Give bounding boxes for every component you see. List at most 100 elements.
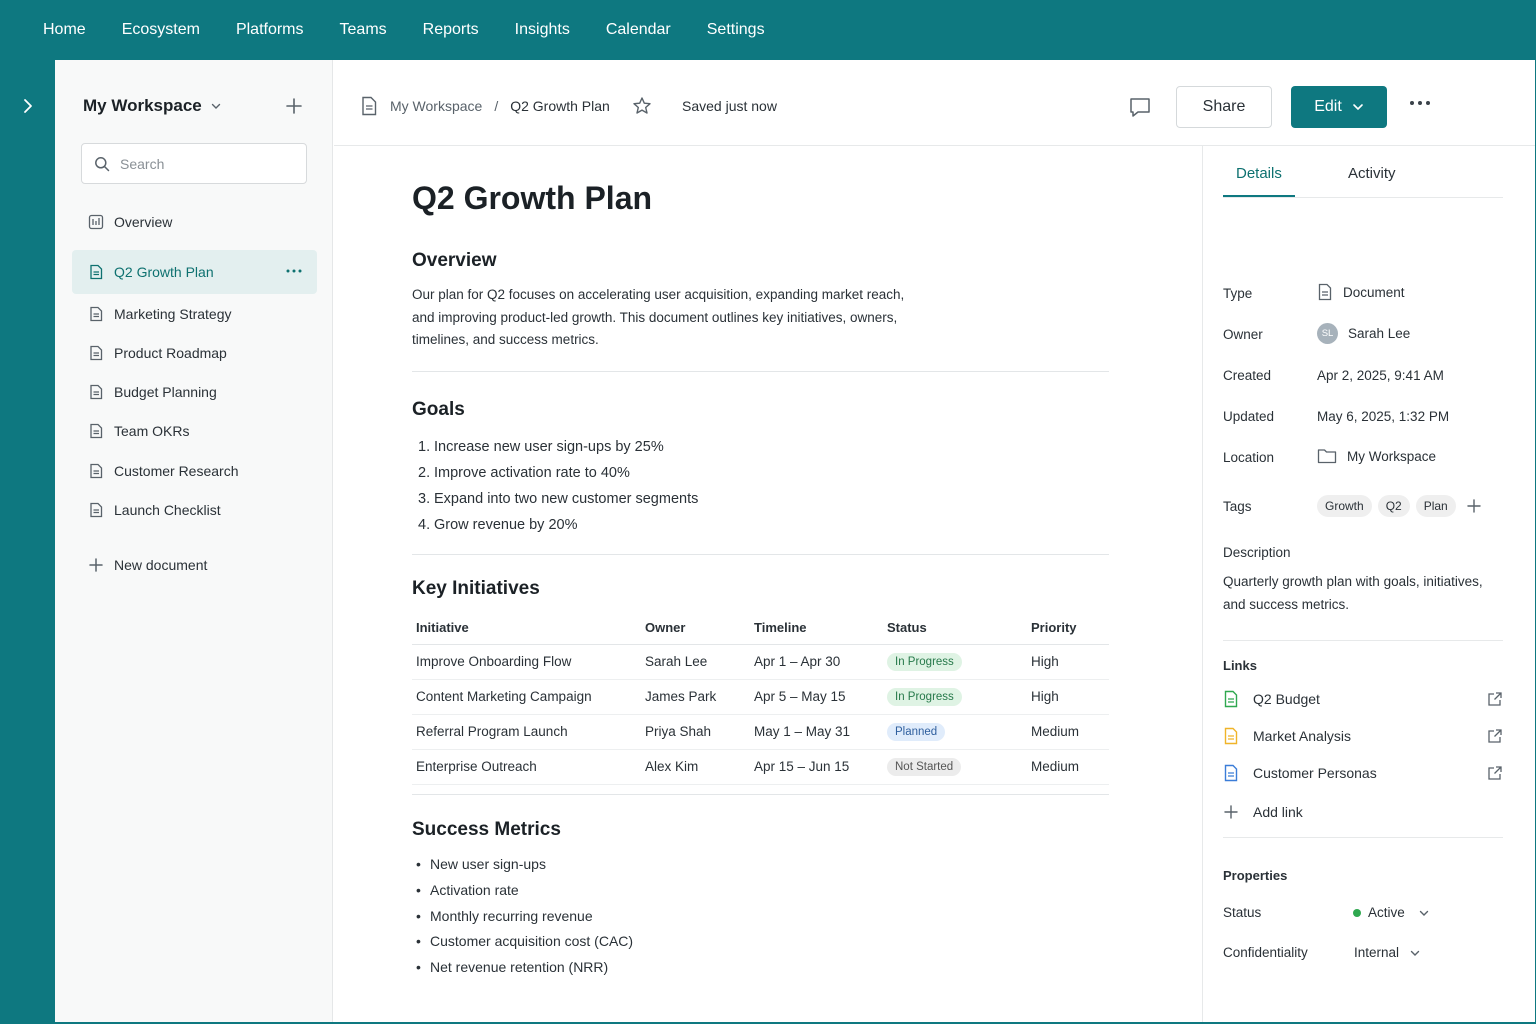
created-value: Apr 2, 2025, 9:41 AM <box>1317 368 1444 383</box>
sidebar: My Workspace Overview Q2 Growth Plan <box>55 60 333 1022</box>
sidebar-item-marketing-strategy[interactable]: Marketing Strategy <box>72 294 317 334</box>
add-icon[interactable] <box>284 96 304 116</box>
sidebar-item-overview[interactable]: Overview <box>72 202 317 242</box>
document-icon <box>88 502 104 518</box>
cell-timeline: Apr 15 – Jun 15 <box>750 749 883 785</box>
document-icon <box>88 306 104 322</box>
list-item: • Monthly recurring revenue <box>416 907 593 924</box>
folder-icon <box>1317 447 1337 465</box>
link-name: Customer Personas <box>1253 765 1377 781</box>
metric-text: Net revenue retention (NRR) <box>430 959 609 976</box>
updated-value: May 6, 2025, 1:32 PM <box>1317 409 1450 424</box>
status-badge: In Progress <box>887 652 962 671</box>
link-name: Q2 Budget <box>1253 691 1320 707</box>
overview-heading: Overview <box>412 250 497 271</box>
link-q2-budget[interactable]: Q2 Budget <box>1223 687 1503 711</box>
created-label: Created <box>1223 368 1272 383</box>
location-value-row[interactable]: My Workspace <box>1317 447 1436 465</box>
add-link-button[interactable]: Add link <box>1223 800 1503 824</box>
cell-owner: Priya Shah <box>641 714 750 750</box>
workspace-title: My Workspace <box>83 96 202 115</box>
metrics-list: • New user sign-ups • Activation rate • Mon… <box>416 852 633 981</box>
cell-timeline: Apr 5 – May 15 <box>750 679 883 715</box>
sidebar-item-launch-checklist[interactable]: Launch Checklist <box>72 490 317 530</box>
list-item: • New user sign-ups <box>416 856 546 872</box>
nav-teams[interactable]: Teams <box>340 21 387 39</box>
column-header[interactable]: Priority <box>1027 612 1109 645</box>
table-row[interactable]: Content Marketing Campaign James Park Ap… <box>412 679 1109 715</box>
chevron-right-icon[interactable] <box>18 96 38 116</box>
sidebar-item-q2-growth-plan[interactable]: Q2 Growth Plan <box>72 250 317 294</box>
document-title: Q2 Growth Plan <box>412 180 653 216</box>
goal-text: Expand into two new customer segments <box>434 491 699 507</box>
table-row[interactable]: Enterprise Outreach Alex Kim Apr 15 – Ju… <box>412 749 1109 785</box>
nav-ecosystem[interactable]: Ecosystem <box>122 21 200 39</box>
tag-chip[interactable]: Growth <box>1317 495 1372 517</box>
search-input[interactable] <box>120 155 290 172</box>
more-options-icon[interactable] <box>285 262 303 280</box>
link-customer-personas[interactable]: Customer Personas <box>1223 761 1503 785</box>
nav-calendar[interactable]: Calendar <box>606 21 671 39</box>
updated-label: Updated <box>1223 409 1275 424</box>
confidentiality-select[interactable]: Internal <box>1354 945 1421 960</box>
list-item: • Customer acquisition cost (CAC) <box>416 933 634 950</box>
cell-owner: Sarah Lee <box>641 644 750 680</box>
breadcrumb: My Workspace / Q2 Growth Plan <box>360 96 610 116</box>
sidebar-item-budget-planning[interactable]: Budget Planning <box>72 372 317 412</box>
cell-status: Not Started <box>883 749 1027 785</box>
more-options-icon[interactable] <box>1409 98 1431 108</box>
workspace-switcher[interactable]: My Workspace <box>83 96 222 116</box>
external-link-icon[interactable] <box>1487 765 1503 781</box>
table-row[interactable]: Referral Program Launch Priya Shah May 1… <box>412 714 1109 750</box>
status-select[interactable]: Active <box>1353 905 1430 920</box>
divider <box>1223 640 1503 641</box>
sidebar-item-product-roadmap[interactable]: Product Roadmap <box>72 333 317 373</box>
column-header[interactable]: Timeline <box>750 612 883 645</box>
tab-details[interactable]: Details <box>1236 165 1282 182</box>
chevron-down-icon <box>210 100 222 112</box>
breadcrumb-separator: / <box>494 98 499 114</box>
nav-reports[interactable]: Reports <box>423 21 479 39</box>
nav-platforms[interactable]: Platforms <box>236 21 304 39</box>
cell-status: Planned <box>883 714 1027 750</box>
links-heading: Links <box>1223 658 1257 673</box>
initiatives-heading: Key Initiatives <box>412 578 540 599</box>
nav-home[interactable]: Home <box>43 21 86 39</box>
tag-chip[interactable]: Q2 <box>1377 495 1410 517</box>
link-market-analysis[interactable]: Market Analysis <box>1223 724 1503 748</box>
new-document-button[interactable]: New document <box>72 545 317 585</box>
list-item: 1. Increase new user sign-ups by 25% <box>418 439 664 455</box>
table-row[interactable]: Improve Onboarding Flow Sarah Lee Apr 1 … <box>412 644 1109 680</box>
document-icon <box>88 384 104 400</box>
confidentiality-value: Internal <box>1354 945 1400 960</box>
comment-icon[interactable] <box>1128 95 1152 119</box>
nav-settings[interactable]: Settings <box>707 21 765 39</box>
active-tab-indicator <box>1223 195 1295 197</box>
sidebar-item-customer-research[interactable]: Customer Research <box>72 451 317 491</box>
column-header[interactable]: Initiative <box>412 612 641 645</box>
external-link-icon[interactable] <box>1487 691 1503 707</box>
edit-button[interactable]: Edit <box>1291 86 1387 128</box>
breadcrumb-current: Q2 Growth Plan <box>510 98 610 114</box>
external-link-icon[interactable] <box>1487 728 1503 744</box>
sidebar-item-team-okrs[interactable]: Team OKRs <box>72 411 317 451</box>
status-dot-icon <box>1353 908 1361 917</box>
star-icon[interactable] <box>632 96 652 116</box>
sidebar-item-label: Q2 Growth Plan <box>114 264 214 280</box>
sidebar-item-label: Customer Research <box>114 463 239 479</box>
owner-value[interactable]: Sarah Lee <box>1348 326 1410 341</box>
tag-chip[interactable]: Plan <box>1415 495 1456 517</box>
goal-text: Increase new user sign-ups by 25% <box>434 439 664 455</box>
breadcrumb-root[interactable]: My Workspace <box>390 98 482 114</box>
nav-insights[interactable]: Insights <box>515 21 570 39</box>
list-item: 4. Grow revenue by 20% <box>418 517 578 533</box>
cell-initiative: Referral Program Launch <box>412 714 641 750</box>
add-tag-icon[interactable] <box>1466 498 1482 514</box>
tab-activity[interactable]: Activity <box>1348 165 1396 182</box>
column-header[interactable]: Owner <box>641 612 750 645</box>
initiatives-table: Initiative Owner Timeline Status Priorit… <box>412 612 1109 785</box>
column-header[interactable]: Status <box>883 612 1027 645</box>
share-button[interactable]: Share <box>1176 86 1272 128</box>
description-text: Quarterly growth plan with goals, initia… <box>1223 574 1483 612</box>
document-icon <box>360 96 378 116</box>
